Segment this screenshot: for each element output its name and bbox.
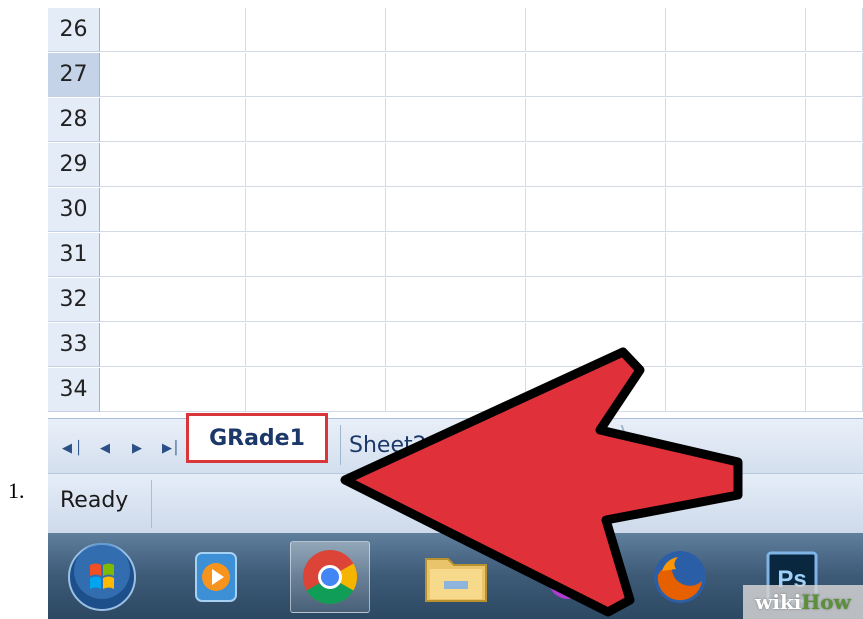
list-number: 1. <box>8 478 25 503</box>
spreadsheet-window: 26 27 28 29 30 31 32 33 34 ◀ │ ◀ ▶ ▶│ GRade1 She… <box>48 0 863 619</box>
red-arrow-icon <box>340 347 743 617</box>
